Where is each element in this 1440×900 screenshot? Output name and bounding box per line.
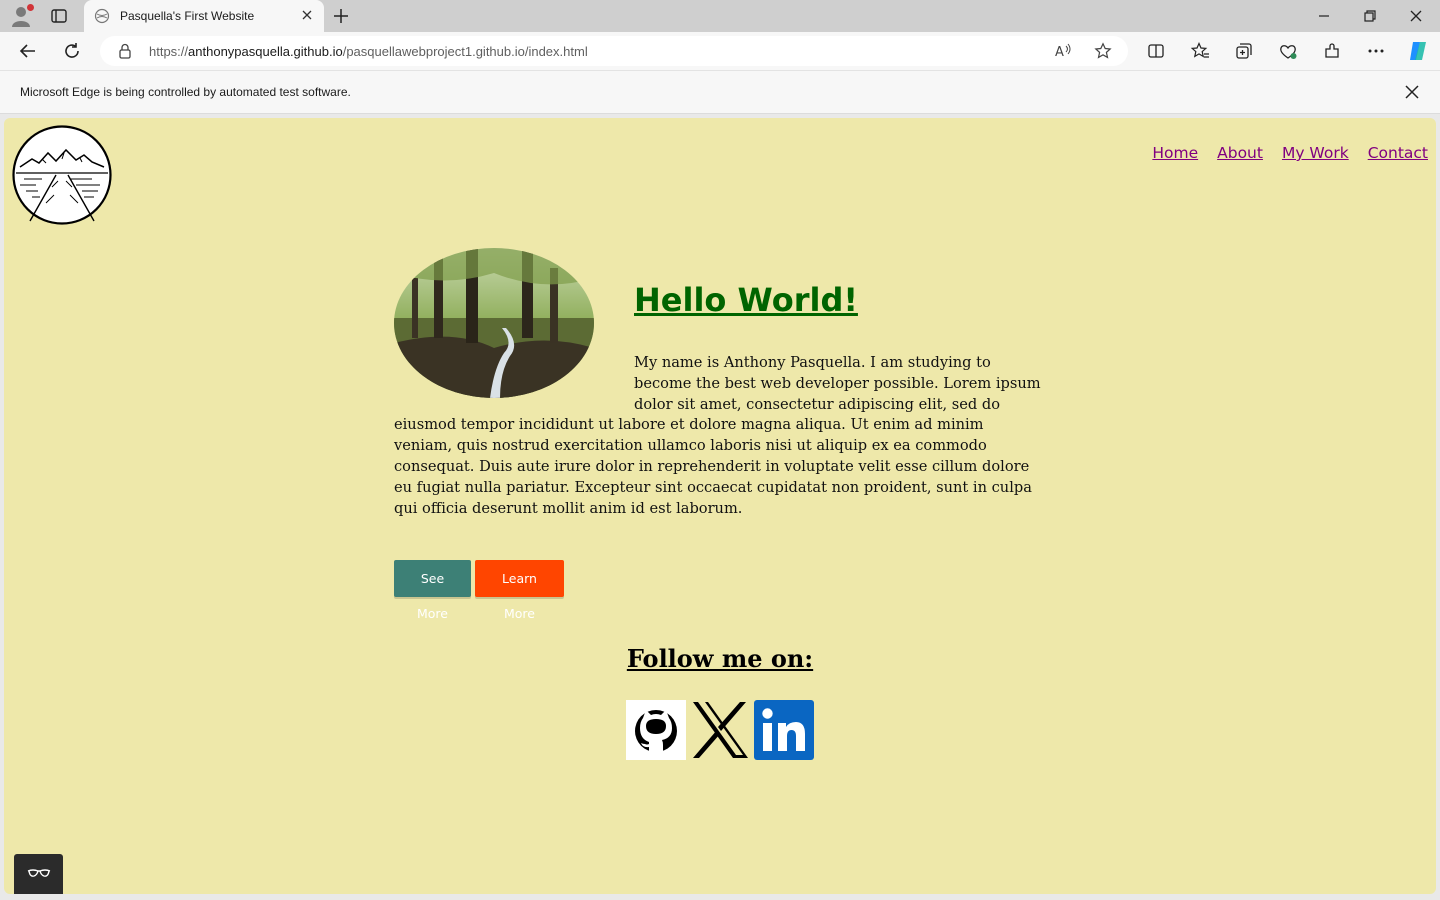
add-favorite-icon[interactable]	[1094, 42, 1112, 60]
globe-icon	[94, 8, 110, 24]
profile-icon[interactable]	[10, 4, 34, 27]
url-path: /pasquellawebproject1.github.io/index.ht…	[342, 44, 588, 59]
minimize-icon[interactable]	[1314, 6, 1334, 26]
tab-title: Pasquella's First Website	[120, 9, 255, 23]
active-tab[interactable]: Pasquella's First Website	[84, 0, 324, 32]
browser-toolbar: https://anthonypasquella.github.io/pasqu…	[0, 32, 1440, 70]
follow-heading: Follow me on:	[626, 644, 814, 673]
extensions-icon[interactable]	[1322, 41, 1342, 61]
accessibility-widget[interactable]	[14, 854, 63, 894]
lock-icon[interactable]	[118, 43, 132, 59]
svg-text:A: A	[1055, 45, 1064, 60]
page-viewport: Home About My Work Contact Hello World! …	[4, 118, 1436, 894]
close-infobar-icon[interactable]	[1404, 84, 1420, 100]
x-icon[interactable]	[690, 700, 750, 760]
window-bottom-edge	[0, 896, 1440, 900]
new-tab-icon[interactable]	[332, 7, 350, 25]
url-host: anthonypasquella.github.io	[188, 44, 343, 59]
github-icon[interactable]	[626, 700, 686, 760]
nav-link-contact[interactable]: Contact	[1368, 144, 1428, 162]
see-more-button[interactable]: See More	[394, 560, 471, 621]
address-bar[interactable]: https://anthonypasquella.github.io/pasqu…	[100, 36, 1128, 66]
learn-more-button[interactable]: Learn More	[475, 560, 564, 621]
nav-link-about[interactable]: About	[1217, 144, 1263, 162]
url-text[interactable]: https://anthonypasquella.github.io/pasqu…	[149, 44, 588, 59]
back-icon[interactable]	[18, 41, 38, 61]
collections-icon[interactable]	[1234, 41, 1254, 61]
restore-icon[interactable]	[1360, 6, 1380, 26]
favorites-icon[interactable]	[1190, 41, 1210, 61]
main-nav: Home About My Work Contact	[1152, 144, 1428, 162]
copilot-icon[interactable]	[1406, 39, 1430, 63]
close-tab-icon[interactable]	[300, 8, 314, 22]
infobar-message: Microsoft Edge is being controlled by au…	[20, 85, 351, 99]
tab-strip: Pasquella's First Website	[0, 0, 1440, 32]
social-links	[626, 700, 814, 760]
linkedin-icon[interactable]	[754, 700, 814, 760]
site-logo[interactable]	[12, 125, 112, 225]
notification-dot	[27, 4, 34, 11]
automation-infobar: Microsoft Edge is being controlled by au…	[0, 70, 1440, 114]
refresh-icon[interactable]	[62, 41, 82, 61]
nav-link-home[interactable]: Home	[1152, 144, 1198, 162]
tab-actions-icon[interactable]	[50, 7, 68, 25]
cta-buttons: See More Learn More	[394, 560, 564, 621]
intro-section: Hello World! My name is Anthony Pasquell…	[394, 248, 1046, 621]
close-window-icon[interactable]	[1406, 6, 1426, 26]
url-scheme: https://	[149, 44, 189, 59]
nav-link-my-work[interactable]: My Work	[1282, 144, 1349, 162]
forest-stream-photo	[394, 248, 594, 398]
read-aloud-icon[interactable]: A	[1054, 42, 1072, 60]
split-screen-icon[interactable]	[1146, 41, 1166, 61]
more-options-icon[interactable]	[1366, 41, 1386, 61]
browser-essentials-icon[interactable]	[1278, 41, 1298, 61]
glasses-icon	[27, 869, 51, 877]
